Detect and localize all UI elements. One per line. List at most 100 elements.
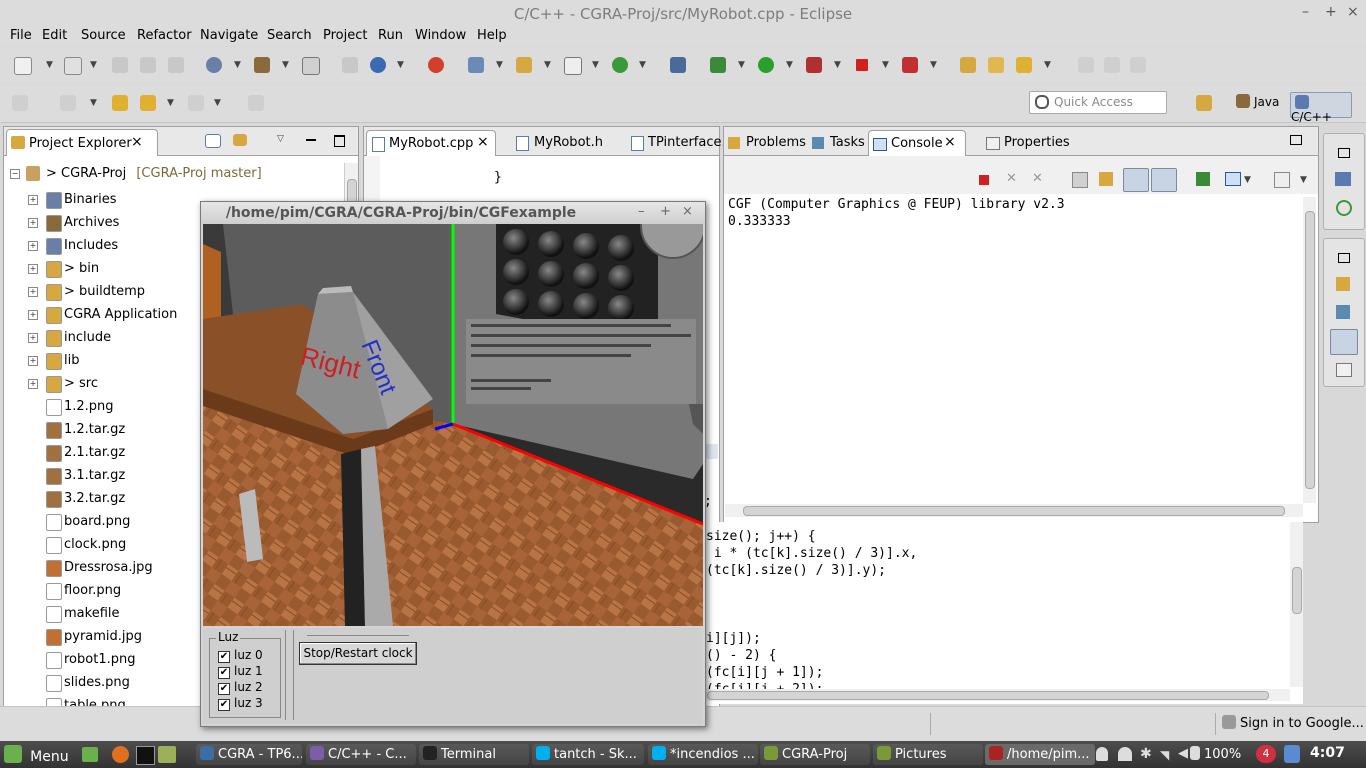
console-hscroll[interactable] xyxy=(725,504,1303,517)
tab-project-explorer[interactable]: Project Explorer × xyxy=(6,129,158,156)
pin-icon[interactable] xyxy=(248,95,264,111)
code-line[interactable]: (fc[i][j + 1]); xyxy=(706,664,917,681)
taskbar-task[interactable]: Pictures xyxy=(873,744,983,765)
restore-view-icon[interactable] xyxy=(1290,135,1302,145)
launch-icon[interactable] xyxy=(902,57,918,73)
open-type-icon[interactable] xyxy=(468,57,484,73)
menu-refactor[interactable]: Refactor xyxy=(137,28,192,43)
next-annotation-icon[interactable] xyxy=(12,95,28,111)
chevron-down-icon[interactable]: ▼ xyxy=(46,60,53,70)
forward-icon[interactable] xyxy=(188,95,204,111)
chevron-down-icon[interactable]: ▼ xyxy=(1044,60,1051,70)
new-icon[interactable] xyxy=(14,57,32,75)
chevron-down-icon[interactable]: ▼ xyxy=(786,60,793,70)
chevron-down-icon[interactable]: ▼ xyxy=(167,98,174,108)
console-output[interactable]: CGF (Computer Graphics @ FEUP) library v… xyxy=(725,197,1303,503)
chevron-down-icon[interactable]: ▼ xyxy=(738,60,745,70)
close-icon[interactable]: × xyxy=(131,134,143,150)
debug-icon[interactable] xyxy=(710,57,726,73)
checkbox-icon[interactable]: ✔ xyxy=(218,651,230,663)
taskbar-task[interactable]: *incendios ... xyxy=(648,744,758,765)
code-line[interactable] xyxy=(706,596,917,613)
tab-problems[interactable]: Problems xyxy=(726,130,806,155)
expand-icon[interactable]: + xyxy=(28,356,38,366)
google-signin[interactable]: Sign in to Google... xyxy=(1222,715,1364,731)
globe-icon[interactable] xyxy=(370,57,386,73)
perspective-java[interactable]: Java xyxy=(1236,94,1279,116)
opengl-viewport[interactable]: Right Front xyxy=(203,224,703,626)
checkbox-icon[interactable]: ✔ xyxy=(218,667,230,679)
chevron-down-icon[interactable]: ▼ xyxy=(397,60,404,70)
collapse-icon[interactable]: − xyxy=(10,169,20,179)
tab-myrobot-h[interactable]: MyRobot.h xyxy=(514,130,614,155)
remove-launch-icon[interactable]: ✕ xyxy=(1006,172,1018,185)
problems-icon[interactable] xyxy=(1336,277,1350,291)
remove-all-icon[interactable]: ✕ xyxy=(1032,172,1046,185)
folder-icon[interactable] xyxy=(988,57,1004,73)
stop-restart-clock-button[interactable]: Stop/Restart clock xyxy=(299,642,417,665)
save-icon[interactable] xyxy=(112,57,128,73)
block-icon[interactable] xyxy=(1104,57,1120,73)
code-line[interactable] xyxy=(706,613,917,630)
menu-search[interactable]: Search xyxy=(267,28,312,43)
maximize-view-icon[interactable] xyxy=(334,135,345,147)
chevron-down-icon[interactable]: ▼ xyxy=(90,60,97,70)
close-window-button[interactable]: × xyxy=(1347,4,1359,20)
chevron-down-icon[interactable]: ▼ xyxy=(930,60,937,70)
chevron-down-icon[interactable]: ▼ xyxy=(834,60,841,70)
taskbar-task[interactable]: Terminal xyxy=(419,744,529,765)
code-line[interactable]: i * (tc[k].size() / 3)].x, xyxy=(706,545,918,562)
files-icon[interactable] xyxy=(158,746,176,763)
close-icon[interactable]: × xyxy=(944,134,956,150)
chevron-down-icon[interactable]: ▼ xyxy=(282,60,289,70)
tab-tpinterface[interactable]: TPinterface. xyxy=(629,130,726,155)
show-desktop-icon[interactable] xyxy=(82,747,98,762)
perspective-cpp[interactable]: C/C++ xyxy=(1290,92,1352,124)
folder-open-icon[interactable] xyxy=(960,57,976,73)
code-lines[interactable]: size(); j++) { i * (tc[k].size() / 3)].x… xyxy=(706,528,917,698)
chevron-down-icon[interactable]: ▼ xyxy=(1244,175,1251,185)
close-icon[interactable]: × xyxy=(477,134,489,150)
code-hscroll[interactable] xyxy=(705,689,1290,701)
code-line[interactable]: i][j]); xyxy=(706,630,917,647)
pin-console-icon[interactable] xyxy=(1196,172,1210,186)
menu-navigate[interactable]: Navigate xyxy=(200,28,258,43)
hammer-icon[interactable] xyxy=(254,57,270,73)
tab-myrobot-cpp[interactable]: MyRobot.cpp × xyxy=(366,130,496,156)
menu-help[interactable]: Help xyxy=(477,28,507,43)
expand-icon[interactable]: + xyxy=(28,379,38,389)
link-editor-icon[interactable] xyxy=(233,134,247,146)
maximize-button[interactable]: + xyxy=(660,204,671,219)
back-icon[interactable] xyxy=(140,95,156,111)
close-window-button[interactable]: × xyxy=(682,204,693,219)
chevron-down-icon[interactable]: ▼ xyxy=(544,60,551,70)
menu-project[interactable]: Project xyxy=(323,28,367,43)
new-class-icon[interactable] xyxy=(564,57,582,75)
minimize-button[interactable]: – xyxy=(638,204,645,219)
quick-access-field[interactable]: Quick Access xyxy=(1029,91,1167,114)
pen-icon[interactable] xyxy=(1016,57,1032,73)
taskbar-task[interactable]: CGRA - TP6... xyxy=(196,744,302,765)
expand-icon[interactable]: + xyxy=(28,241,38,251)
print-icon[interactable] xyxy=(168,57,184,73)
code-line[interactable]: () - 2) { xyxy=(706,647,917,664)
code-vscroll[interactable] xyxy=(1290,522,1303,687)
chevron-down-icon[interactable]: ▼ xyxy=(496,60,503,70)
gear-icon[interactable] xyxy=(206,57,222,73)
restore-icon[interactable] xyxy=(1338,253,1350,263)
minimize-view-icon[interactable] xyxy=(306,139,316,141)
menu-source[interactable]: Source xyxy=(81,28,126,43)
expand-icon[interactable]: + xyxy=(28,218,38,228)
menu-window[interactable]: Window xyxy=(415,28,466,43)
account-icon[interactable] xyxy=(1118,747,1132,761)
taskbar-task[interactable]: C/C++ - C... xyxy=(306,744,416,765)
menu-edit[interactable]: Edit xyxy=(42,28,67,43)
show-on-stdout-icon[interactable] xyxy=(1123,168,1149,192)
tab-console[interactable]: Console × xyxy=(868,130,966,156)
checkbox-icon[interactable]: ✔ xyxy=(218,683,230,695)
taskbar-task[interactable]: tantch - Sk... xyxy=(532,744,644,765)
taskbar-clock[interactable]: 4:07 xyxy=(1310,745,1345,761)
outline-icon[interactable] xyxy=(1335,172,1351,186)
expand-icon[interactable]: + xyxy=(28,264,38,274)
wifi-icon[interactable]: ◥ xyxy=(1160,748,1169,762)
